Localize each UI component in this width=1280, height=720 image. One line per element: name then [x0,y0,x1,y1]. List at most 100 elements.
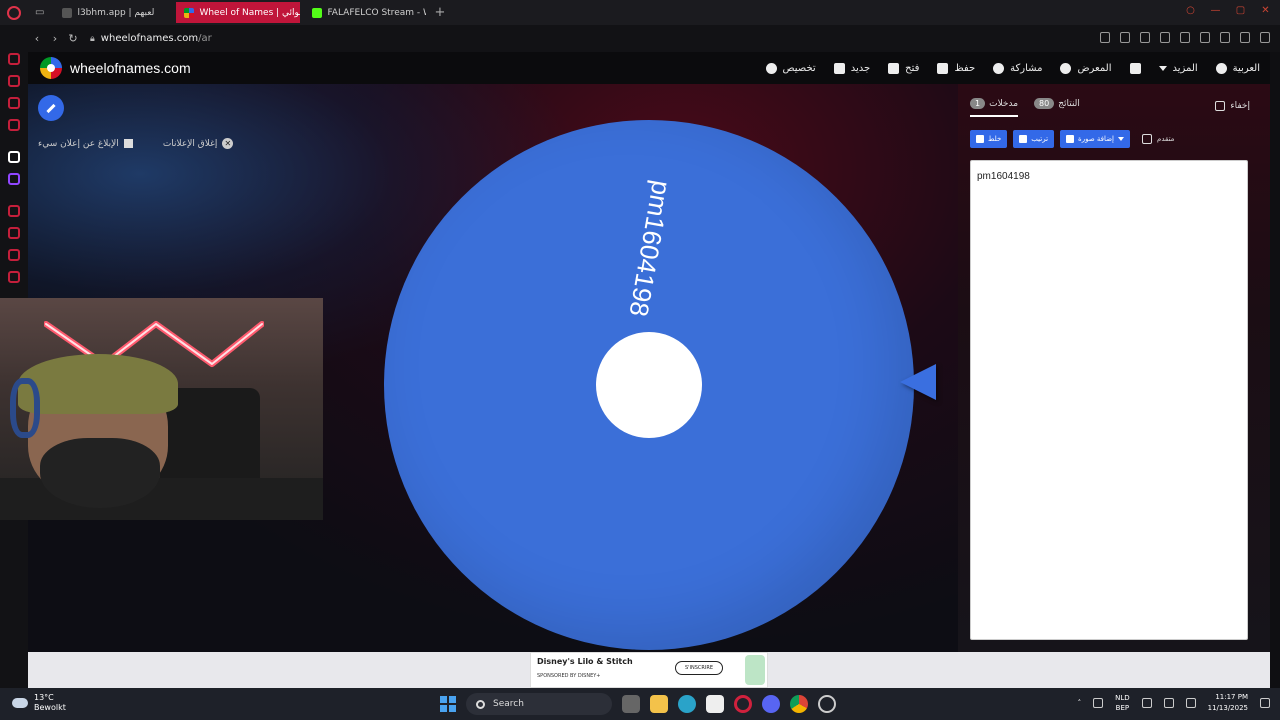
streamer-cap [18,354,178,414]
pin-icon[interactable] [1100,32,1110,43]
wheel-hub[interactable] [596,332,702,438]
sidebar-icon[interactable] [8,151,20,163]
lock-icon[interactable]: 🔒︎ [90,34,95,44]
store-icon[interactable] [706,695,724,713]
account-icon[interactable] [1200,32,1210,43]
settings-icon[interactable] [8,271,20,283]
menu-fullscreen[interactable] [1129,62,1141,74]
weather-widget[interactable]: 13°C Bewolkt [12,693,66,713]
history-icon[interactable] [8,227,20,239]
menu-share[interactable]: مشاركة [993,62,1043,74]
easy-setup-icon[interactable] [1260,32,1270,43]
lang-code: NLD [1115,694,1130,702]
tab-wheel-of-names[interactable]: Wheel of Names | عشوائي [176,2,301,23]
sidebar-icon[interactable] [8,53,20,65]
chevron-up-icon[interactable]: ˄ [1078,699,1082,707]
reload-button[interactable]: ↻ [64,32,82,45]
menu-language[interactable]: العربية [1215,62,1260,74]
advanced-checkbox[interactable] [1142,134,1153,144]
search-icon [476,699,485,709]
taskbar-search[interactable]: Search [466,693,612,715]
clock[interactable]: 11:17 PM 11/13/2025 [1208,692,1248,714]
add-image-label: إضافة صورة [1078,135,1115,143]
save-icon [937,62,949,74]
search-tabs-icon[interactable]: ○ [1184,4,1197,17]
ad-banner[interactable]: Disney's Lilo & Stitch SPONSORED BY DISN… [530,652,768,688]
maximize-icon[interactable]: ▢ [1234,4,1247,17]
snapshot-icon[interactable] [1120,32,1130,43]
menu-more[interactable]: المزيد [1158,63,1198,74]
opera-logo-icon[interactable] [7,5,21,20]
tab-label: Wheel of Names | عشوائي [199,7,300,18]
edit-button[interactable] [38,95,64,121]
tab-label: النتائج [1058,98,1080,109]
hide-toggle[interactable]: إخفاء [1215,101,1250,111]
sidebar-icon[interactable] [8,205,20,217]
site-name[interactable]: wheelofnames.com [70,60,191,76]
entry-line: pm1604198 [977,171,1030,182]
opera-icon[interactable] [734,695,752,713]
discord-icon[interactable] [762,695,780,713]
menu-label: مشاركة [1010,62,1043,74]
minimize-icon[interactable]: — [1209,4,1222,17]
player-icon[interactable] [1160,32,1170,43]
volume-icon[interactable] [1163,698,1174,708]
tab-entries[interactable]: 1 مدخلات [970,98,1019,117]
twitch-icon[interactable] [8,173,20,185]
sidebar-icon[interactable] [8,249,20,261]
weather-temp: 13°C [34,693,54,702]
task-view-icon[interactable] [622,695,640,713]
microphone-icon[interactable] [1093,698,1104,708]
close-ads-link[interactable]: إغلاق الإعلانات ✕ [163,138,234,149]
menu-open[interactable]: فتح [888,62,919,74]
shuffle-label: خلط [988,135,1002,143]
entries-textarea[interactable]: pm1604198 [970,160,1248,640]
tab-results[interactable]: 80 النتائج [1034,98,1080,109]
system-tray: ˄ NLD BEP 11:17 PM 11/13/2025 [1078,692,1270,714]
advanced-toggle[interactable]: متقدم [1142,134,1174,144]
webcam-overlay [0,298,323,520]
tab-falafelco[interactable]: FALAFELCO Stream - Wa [304,2,426,23]
browser-tab-bar: ▭ l3bhm.app | لعبهم Wheel of Names | عشو… [0,0,1280,25]
notification-icon[interactable] [1260,698,1270,708]
close-ads-label: إغلاق الإعلانات [162,138,218,149]
menu-save[interactable]: حفظ [937,62,975,74]
add-image-button[interactable]: إضافة صورة [1060,130,1131,148]
menu-customize[interactable]: تخصيص [765,62,816,74]
back-button[interactable]: ‹ [28,32,46,45]
language-indicator[interactable]: NLD BEP [1115,693,1130,713]
sort-button[interactable]: ترتيب [1013,130,1055,148]
hide-checkbox[interactable] [1215,101,1226,111]
ad-cta-button[interactable]: S'INSCRIRE [675,661,723,675]
close-icon[interactable]: ✕ [1259,4,1272,17]
sidebar-icon[interactable] [8,75,20,87]
url-field[interactable]: wheelofnames.com/ar [101,33,212,44]
entries-count-badge: 1 [970,98,986,109]
results-count-badge: 80 [1034,98,1055,109]
menu-new[interactable]: جديد [833,62,870,74]
forward-button[interactable]: › [46,32,64,45]
wallet-icon[interactable] [1220,32,1230,43]
network-icon[interactable] [1141,698,1152,708]
shuffle-button[interactable]: خلط [970,130,1008,148]
tab-menu-icon[interactable]: ▭ [35,7,44,18]
address-bar-actions [1100,32,1270,43]
chrome-icon[interactable] [790,695,808,713]
windows-start-icon[interactable] [440,696,456,712]
sidebar-icon[interactable] [8,97,20,109]
file-explorer-icon[interactable] [650,695,668,713]
app-icon[interactable] [818,695,836,713]
sidebar-icon[interactable] [8,119,20,131]
edge-icon[interactable] [678,695,696,713]
share-icon [993,62,1005,74]
wheel[interactable]: pm1604198 [384,120,914,650]
report-ad-link[interactable]: الإبلاغ عن إعلان سيء [38,138,133,149]
wheel-logo-icon[interactable] [40,57,62,79]
heart-icon[interactable] [1180,32,1190,43]
new-tab-button[interactable]: + [434,5,445,20]
tab-l3bhm[interactable]: l3bhm.app | لعبهم [54,2,172,23]
menu-gallery[interactable]: المعرض [1060,62,1112,74]
download-icon[interactable] [1240,32,1250,43]
battery-icon[interactable] [1185,698,1196,708]
vpn-icon[interactable] [1140,32,1150,43]
